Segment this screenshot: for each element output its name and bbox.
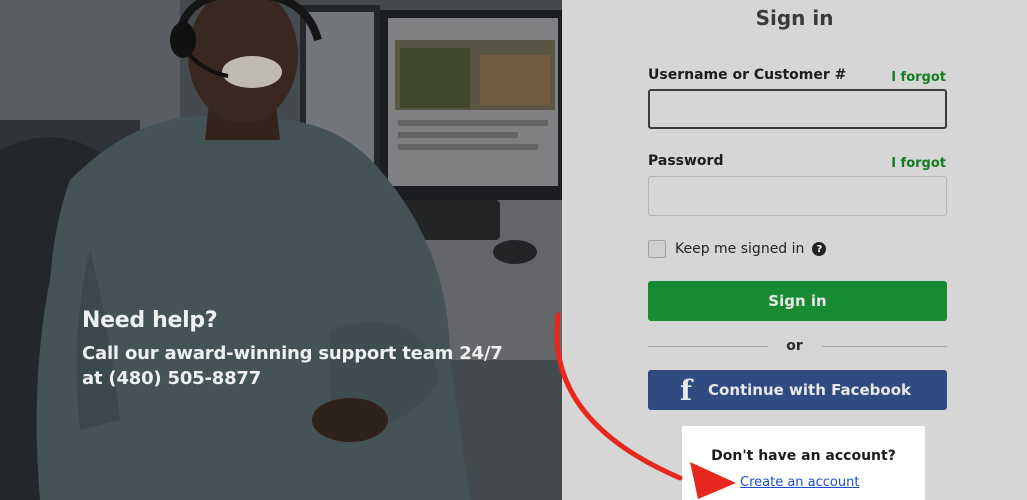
signin-button[interactable]: Sign in [648, 281, 947, 321]
username-label: Username or Customer # [648, 67, 847, 83]
help-callout: Need help? Call our award-winning suppor… [82, 308, 503, 391]
username-input[interactable] [648, 89, 947, 129]
password-label: Password [648, 153, 724, 169]
password-input[interactable] [648, 176, 947, 216]
divider-right [822, 346, 947, 347]
help-title: Need help? [82, 308, 218, 333]
create-account-link[interactable]: Create an account [740, 475, 859, 490]
question-circle-icon[interactable]: ? [812, 242, 827, 256]
no-account-question: Don't have an account? [711, 448, 896, 464]
keep-signed-in-row: Keep me signed in ? [648, 240, 827, 258]
facebook-icon: f [679, 373, 693, 407]
support-agent-photo [0, 0, 562, 500]
facebook-button-label: Continue with Facebook [708, 381, 912, 399]
keep-signed-in-label[interactable]: Keep me signed in [675, 241, 804, 257]
password-forgot-link[interactable]: I forgot [891, 156, 946, 171]
help-text-line: Call our award-winning support team 24/7 [82, 343, 503, 364]
username-forgot-link[interactable]: I forgot [891, 70, 946, 85]
help-phone-line: at (480) 505-8877 [82, 368, 262, 389]
or-separator: or [786, 338, 803, 354]
continue-with-facebook-button[interactable]: f Continue with Facebook [648, 370, 947, 410]
keep-signed-in-checkbox[interactable] [648, 240, 666, 258]
support-photo-panel: Need help? Call our award-winning suppor… [0, 0, 562, 500]
create-account-box: Don't have an account? Create an account [682, 426, 925, 500]
form-title: Sign in [755, 6, 834, 30]
signin-form-panel: Sign in Username or Customer # I forgot … [562, 0, 1027, 500]
